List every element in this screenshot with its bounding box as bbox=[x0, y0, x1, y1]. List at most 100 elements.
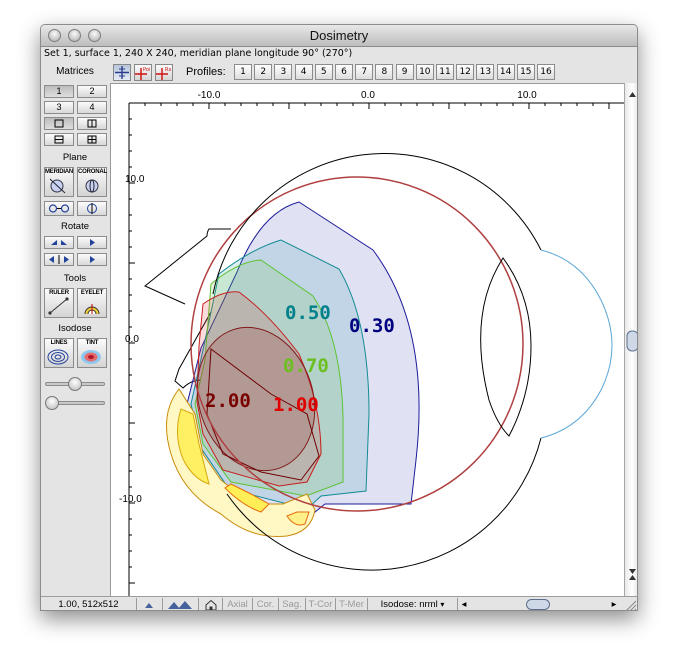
isodose-lines-icon bbox=[47, 349, 69, 365]
layout-single-button[interactable] bbox=[44, 117, 74, 130]
crosshair-view-button[interactable] bbox=[113, 64, 131, 81]
rotate-ccw-button[interactable] bbox=[44, 236, 74, 249]
horizontal-scrollbar[interactable] bbox=[470, 598, 608, 610]
crosshair-icon bbox=[115, 66, 129, 79]
meridian-eye-icon bbox=[49, 178, 66, 194]
rx-icon: Rx bbox=[156, 67, 171, 80]
vertical-scrollbar[interactable] bbox=[624, 83, 638, 596]
info-line: Set 1, surface 1, 240 X 240, meridian pl… bbox=[41, 47, 637, 61]
flip-horizontal-icon bbox=[49, 255, 69, 264]
link-planes-icon bbox=[48, 204, 70, 213]
quad-pane-icon bbox=[87, 135, 97, 144]
poi-label: Poi bbox=[143, 67, 150, 73]
poi-view-button[interactable]: Poi bbox=[134, 64, 152, 81]
coordinates-readout: 1.00, 512x512 bbox=[41, 598, 137, 610]
x-tick-label: 10.0 bbox=[517, 90, 537, 101]
profile-2-button[interactable]: 2 bbox=[254, 64, 273, 80]
profile-3-button[interactable]: 3 bbox=[274, 64, 293, 80]
flip-button[interactable] bbox=[44, 253, 74, 266]
isodose-label-030: 0.30 bbox=[349, 315, 395, 337]
isodose-label-050: 0.50 bbox=[285, 302, 331, 324]
vertical-scroll-thumb[interactable] bbox=[626, 330, 638, 352]
zoom-small-button[interactable] bbox=[137, 598, 163, 610]
horizontal-split-icon bbox=[54, 135, 64, 144]
profiles-label: Profiles: bbox=[186, 66, 226, 78]
zoom-large-button[interactable] bbox=[163, 598, 199, 610]
layout-quad-button[interactable] bbox=[77, 133, 107, 146]
resize-grip-icon[interactable] bbox=[622, 598, 637, 610]
isodose-label: Isodose bbox=[58, 323, 92, 334]
isodose-slider-2-knob[interactable] bbox=[45, 396, 59, 410]
cornea-outline bbox=[540, 249, 613, 439]
poi-icon: Poi bbox=[135, 67, 150, 80]
profile-4-button[interactable]: 4 bbox=[294, 64, 313, 80]
ruler-tool-button[interactable]: RULER bbox=[44, 288, 74, 318]
isodose-label-070: 0.70 bbox=[283, 355, 329, 377]
coronal-plane-button[interactable]: CORONAL bbox=[77, 167, 107, 197]
profile-5-button[interactable]: 5 bbox=[314, 64, 333, 80]
eyelet-tool-button[interactable]: EYELET bbox=[77, 288, 107, 318]
matrix-4-button[interactable]: 4 bbox=[77, 101, 107, 114]
profile-10-button[interactable]: 10 bbox=[415, 64, 434, 80]
toolbar: Matrices Poi Rx Profiles: 1234 5 6 7 8 9… bbox=[41, 61, 637, 83]
isodose-tint-icon bbox=[81, 350, 101, 364]
t-cor-view-button[interactable]: T-Cor bbox=[306, 598, 336, 610]
dropdown-arrow-icon: ▾ bbox=[440, 600, 445, 609]
isodose-mode-label: Isodose: nrml bbox=[380, 599, 438, 610]
y-tick-label: 0.0 bbox=[125, 334, 139, 345]
mountain-large-icon bbox=[167, 601, 192, 609]
isodose-tint-button[interactable]: TINT bbox=[77, 338, 107, 368]
scroll-right-arrow-icon[interactable]: ▸ bbox=[608, 598, 620, 610]
isodose-lines-button[interactable]: LINES bbox=[44, 338, 74, 368]
horizontal-scroll-thumb[interactable] bbox=[526, 599, 550, 610]
coronal-slice-icon bbox=[87, 203, 97, 214]
triangle-right-icon bbox=[90, 239, 95, 246]
dosimetry-window: Dosimetry Set 1, surface 1, 240 X 240, m… bbox=[40, 24, 638, 611]
ruler-icon bbox=[48, 297, 69, 315]
matrix-2-button[interactable]: 2 bbox=[77, 85, 107, 98]
window-title: Dosimetry bbox=[309, 28, 369, 43]
matrices-label: Matrices bbox=[56, 66, 94, 77]
isodose-slider-1-knob[interactable] bbox=[68, 377, 82, 391]
profile-9-button[interactable]: 9 bbox=[395, 64, 414, 80]
profile-15-button[interactable]: 15 bbox=[516, 64, 535, 80]
profile-1-button[interactable]: 1 bbox=[234, 64, 252, 80]
vertical-scrollbar-art bbox=[626, 92, 638, 580]
sagittal-view-button[interactable]: Sag. bbox=[279, 598, 306, 610]
coronal-view-button[interactable]: Cor. bbox=[253, 598, 279, 610]
isodose-plot-svg[interactable]: -10.0 0.0 10.0 10.0 0.0 -10.0 0.50 0.30 … bbox=[111, 84, 624, 596]
rotate-label: Rotate bbox=[61, 221, 89, 232]
isodose-mode-dropdown[interactable]: Isodose: nrml ▾ bbox=[368, 598, 458, 610]
mountain-small-icon bbox=[144, 603, 153, 608]
rotate-right-button[interactable] bbox=[77, 236, 107, 249]
dosimetry-plot[interactable]: -10.0 0.0 10.0 10.0 0.0 -10.0 0.50 0.30 … bbox=[110, 83, 624, 596]
rotate-step-button[interactable] bbox=[77, 253, 107, 266]
layout-hsplit-button[interactable] bbox=[44, 133, 74, 146]
isodose-label-200: 2.00 bbox=[205, 390, 251, 412]
axial-view-button[interactable]: Axial bbox=[223, 598, 253, 610]
t-mer-view-button[interactable]: T-Mer bbox=[336, 598, 368, 610]
profile-14-button[interactable]: 14 bbox=[496, 64, 515, 80]
scroll-up-arrow-lower-icon[interactable] bbox=[629, 575, 636, 580]
profile-8-button[interactable]: 8 bbox=[375, 64, 394, 80]
matrix-3-button[interactable]: 3 bbox=[44, 101, 74, 114]
layout-vsplit-button[interactable] bbox=[77, 117, 107, 130]
triangle-right-small-icon bbox=[90, 256, 95, 263]
rx-view-button[interactable]: Rx bbox=[155, 64, 173, 81]
scroll-left-arrow-icon[interactable]: ◂ bbox=[458, 598, 470, 610]
plane-toggle-right-button[interactable] bbox=[77, 201, 107, 216]
scroll-down-arrow-icon[interactable] bbox=[629, 569, 636, 574]
matrix-1-button[interactable]: 1 bbox=[44, 85, 74, 98]
plane-toggle-left-button[interactable] bbox=[44, 201, 74, 216]
meridian-plane-button[interactable]: MERIDIAN bbox=[44, 167, 74, 197]
profile-13-button[interactable]: 13 bbox=[476, 64, 495, 80]
x-tick-label: -10.0 bbox=[198, 90, 221, 101]
home-button[interactable] bbox=[199, 598, 223, 610]
profile-11-button[interactable]: 11 bbox=[436, 64, 454, 80]
profile-16-button[interactable]: 16 bbox=[537, 64, 555, 80]
profile-12-button[interactable]: 12 bbox=[456, 64, 475, 80]
profile-7-button[interactable]: 7 bbox=[355, 64, 374, 80]
scroll-up-arrow-icon[interactable] bbox=[629, 92, 636, 97]
rx-label: Rx bbox=[165, 67, 171, 73]
profile-6-button[interactable]: 6 bbox=[335, 64, 353, 80]
